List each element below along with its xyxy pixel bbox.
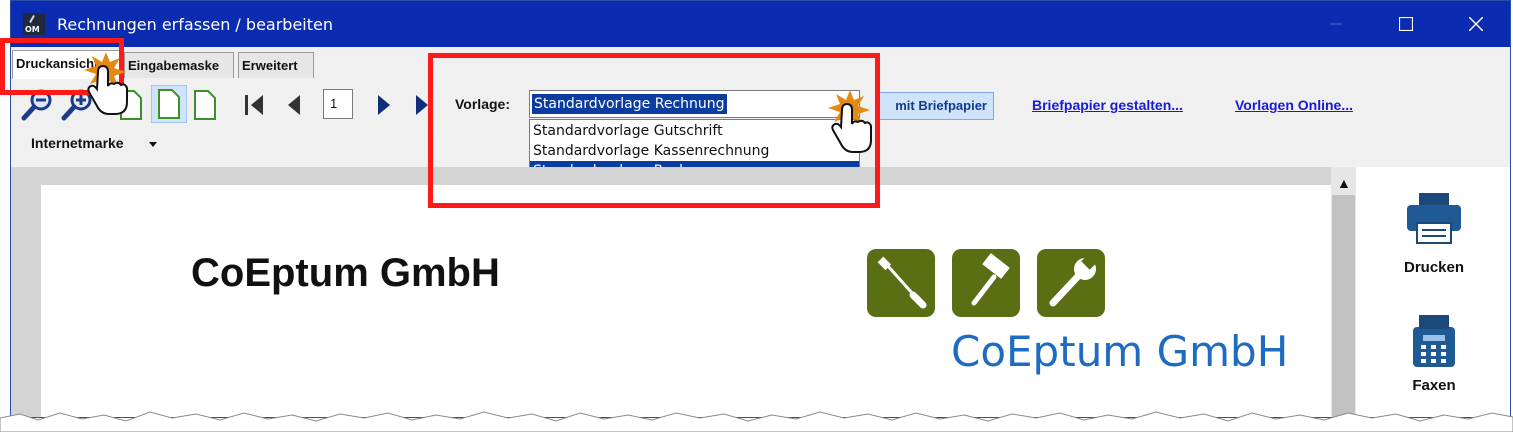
app-icon: OM [23, 13, 45, 35]
fax-icon [1413, 315, 1455, 367]
printer-icon [1407, 193, 1461, 244]
minimize-icon [1330, 23, 1342, 25]
screwdriver-logo-icon [867, 249, 935, 317]
preview-vertical-scrollbar[interactable]: ▲ [1331, 167, 1356, 417]
internetmarke-menu[interactable]: Internetmarke [31, 135, 124, 151]
previous-page-icon[interactable] [285, 93, 303, 117]
tab-erweitert[interactable]: Erweitert [238, 52, 314, 78]
templates-online-link[interactable]: Vorlagen Online... [1235, 97, 1353, 113]
close-icon [1469, 17, 1483, 31]
design-letterhead-link[interactable]: Briefpapier gestalten... [1032, 97, 1183, 113]
tab-eingabemaske[interactable]: Eingabemaske [124, 52, 234, 78]
app-icon-label: OM [25, 25, 40, 34]
whole-page-icon[interactable] [193, 89, 217, 121]
scroll-up-icon[interactable]: ▲ [1337, 175, 1351, 191]
window-title: Rechnungen erfassen / bearbeiten [57, 15, 333, 34]
template-highlight-box [428, 53, 880, 208]
hammer-logo-icon [952, 249, 1020, 317]
internetmarke-chevron-down-icon[interactable] [149, 142, 157, 147]
hand-cursor-icon [828, 90, 872, 153]
scrollbar-thumb[interactable] [1332, 195, 1355, 417]
maximize-button[interactable] [1383, 1, 1429, 47]
letterhead-toggle-button[interactable]: mit Briefpapier [877, 92, 994, 120]
first-page-icon[interactable] [243, 93, 265, 117]
print-label: Drucken [1403, 259, 1465, 276]
logo-company-name: CoEptum GmbH [951, 327, 1289, 376]
minimize-button[interactable] [1313, 1, 1359, 47]
print-action[interactable]: Drucken [1356, 167, 1510, 287]
close-button[interactable] [1453, 1, 1499, 47]
hand-cursor-icon [84, 52, 128, 115]
company-name-heading: CoEptum GmbH [191, 251, 500, 295]
page-width-icon[interactable] [151, 85, 187, 123]
fax-label: Faxen [1412, 377, 1456, 394]
page-number-input[interactable]: 1 [323, 89, 353, 119]
preview-page: CoEptum GmbH CoEptum GmbH [41, 185, 1331, 417]
wrench-logo-icon [1037, 249, 1105, 317]
next-page-icon[interactable] [375, 93, 393, 117]
title-bar: OM Rechnungen erfassen / bearbeiten [11, 1, 1510, 47]
torn-edge [0, 411, 1513, 432]
fax-action[interactable]: Faxen [1356, 297, 1510, 417]
side-action-panel: Drucken Faxen [1356, 167, 1510, 417]
maximize-icon [1399, 17, 1413, 31]
